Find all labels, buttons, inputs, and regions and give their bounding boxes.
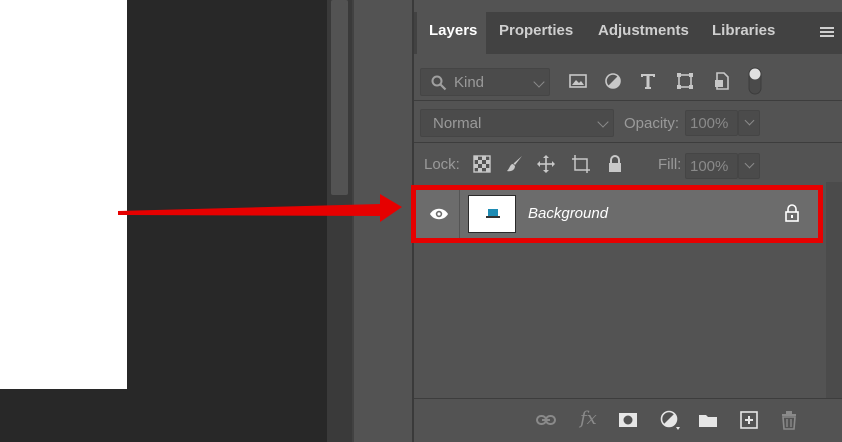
blend-row: Normal Opacity: 100% [414, 106, 842, 142]
delete-layer-icon[interactable] [778, 409, 800, 431]
scrollbar-thumb[interactable] [331, 0, 348, 195]
chevron-down-icon [533, 76, 545, 88]
filter-toggle-icon[interactable] [747, 66, 763, 96]
lock-position-icon[interactable] [536, 154, 556, 174]
layers-panel: Layers Properties Adjustments Libraries … [411, 0, 842, 442]
eye-icon [430, 208, 448, 220]
lock-artboard-icon[interactable] [571, 154, 591, 174]
filter-kind-label: Kind [454, 74, 485, 91]
image-filter-icon[interactable] [568, 71, 588, 91]
fill-label: Fill: [658, 156, 682, 173]
new-adjustment-layer-icon[interactable] [659, 409, 681, 431]
layers-panel-footer: fx [414, 398, 842, 442]
blend-mode-value: Normal [433, 115, 482, 132]
document-canvas[interactable] [0, 0, 127, 389]
fx-icon[interactable]: fx [580, 408, 597, 429]
filter-kind-select[interactable]: Kind [420, 68, 550, 96]
search-icon [431, 75, 447, 91]
opacity-dropdown-button[interactable] [738, 110, 760, 136]
fill-field[interactable]: 100% [685, 153, 738, 179]
link-layers-icon[interactable] [535, 409, 557, 431]
adjustment-filter-icon[interactable] [603, 71, 623, 91]
lock-row: Lock: Fill: 100% [414, 148, 842, 182]
document-canvas-area[interactable] [0, 0, 327, 442]
lock-image-pixels-icon[interactable] [505, 154, 525, 174]
lock-all-icon[interactable] [605, 154, 625, 174]
thumbnail-content [486, 209, 500, 218]
type-filter-icon[interactable] [638, 71, 658, 91]
lock-transparent-pixels-icon[interactable] [472, 154, 492, 174]
separator [414, 100, 842, 101]
filter-row: Kind [414, 62, 842, 100]
blend-mode-select[interactable]: Normal [420, 109, 614, 137]
panel-menu-icon[interactable] [820, 26, 834, 38]
new-group-icon[interactable] [697, 409, 719, 431]
layer-thumbnail[interactable] [468, 195, 516, 233]
layers-list[interactable]: Background [411, 182, 826, 398]
add-mask-icon[interactable] [617, 409, 639, 431]
panel-dock-gap [352, 0, 414, 442]
chevron-down-icon [597, 116, 609, 128]
tab-libraries[interactable]: Libraries [703, 12, 787, 54]
layer-name[interactable]: Background [528, 205, 608, 222]
layer-lock-icon[interactable] [784, 204, 800, 222]
separator [414, 142, 842, 143]
opacity-field[interactable]: 100% [685, 110, 738, 136]
panel-tab-bar: Layers Properties Adjustments Libraries [414, 12, 842, 54]
lock-label: Lock: [424, 156, 460, 173]
layers-panel-scrollbar[interactable] [826, 182, 842, 398]
new-layer-icon[interactable] [738, 409, 760, 431]
opacity-label: Opacity: [624, 115, 680, 132]
layer-row-background[interactable]: Background [411, 185, 823, 243]
tab-adjustments[interactable]: Adjustments [588, 12, 700, 54]
tab-layers[interactable]: Layers [417, 12, 486, 54]
fill-dropdown-button[interactable] [738, 153, 760, 179]
canvas-vertical-scrollbar[interactable] [327, 0, 352, 442]
layer-visibility-toggle[interactable] [416, 189, 460, 239]
tab-properties[interactable]: Properties [489, 12, 585, 54]
smart-object-filter-icon[interactable] [712, 71, 732, 91]
shape-filter-icon[interactable] [675, 71, 695, 91]
